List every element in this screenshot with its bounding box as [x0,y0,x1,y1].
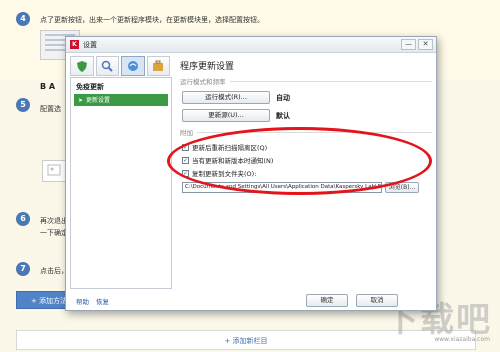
magnifier-icon [102,60,113,72]
shield-icon [76,61,87,72]
step-7-text: 点击后， [40,267,68,275]
kaspersky-logo-icon: K [70,40,79,49]
group-run-mode-label: 运行模式和频率 [180,76,432,86]
nav-header: 免疫更新 [76,83,104,91]
ok-button[interactable]: 确定 [306,294,348,307]
tab-protection[interactable] [70,56,94,76]
briefcase-icon [153,60,164,71]
tab-update[interactable] [121,56,145,76]
editor-toolbar[interactable]: B A [40,82,55,91]
step-5-text: 配置选 [40,105,61,113]
globe-update-icon [127,61,138,71]
settings-nav: 免疫更新 ➤ 更新设置 [70,77,172,289]
window-title: 设置 [83,41,97,49]
settings-tabs [70,56,172,76]
step-6-text: 再次退出 [40,217,68,225]
step-4-text: 点了更新按钮，出来一个更新程序模块，在更新模块里，选择配置按钮。 [40,16,264,24]
run-mode-value: 自动 [276,93,290,102]
tab-scan[interactable] [95,56,119,76]
restore-link[interactable]: 恢复 [96,296,109,306]
step-6-text-line2: 一下确定 [40,229,68,237]
help-link[interactable]: 帮助 [76,296,89,306]
step-6-number: 6 [16,212,30,226]
minimize-button[interactable]: — [401,39,416,50]
update-source-button[interactable]: 更新源(U)... [182,109,270,122]
tab-advanced[interactable] [146,56,170,76]
window-footer: 帮助 恢复 确定 取消 [66,292,436,310]
window-titlebar[interactable]: K 设置 — ✕ [66,37,436,53]
arrow-icon: ➤ [78,97,84,104]
step-4-number: 4 [16,12,30,26]
update-source-value: 默认 [276,111,290,120]
step-7-number: 7 [16,262,30,276]
nav-item-label: 更新设置 [86,97,111,104]
nav-item-update-settings[interactable]: ➤ 更新设置 [74,94,168,106]
watermark-url: www.xiazaiba.com [434,336,490,343]
page-title: 程序更新设置 [180,62,235,72]
cancel-button[interactable]: 取消 [356,294,398,307]
close-button[interactable]: ✕ [418,39,433,50]
run-mode-button[interactable]: 运行模式(R)... [182,91,270,104]
highlight-annotation [167,127,432,195]
image-placeholder-icon[interactable] [42,160,66,182]
step-5-number: 5 [16,98,30,112]
